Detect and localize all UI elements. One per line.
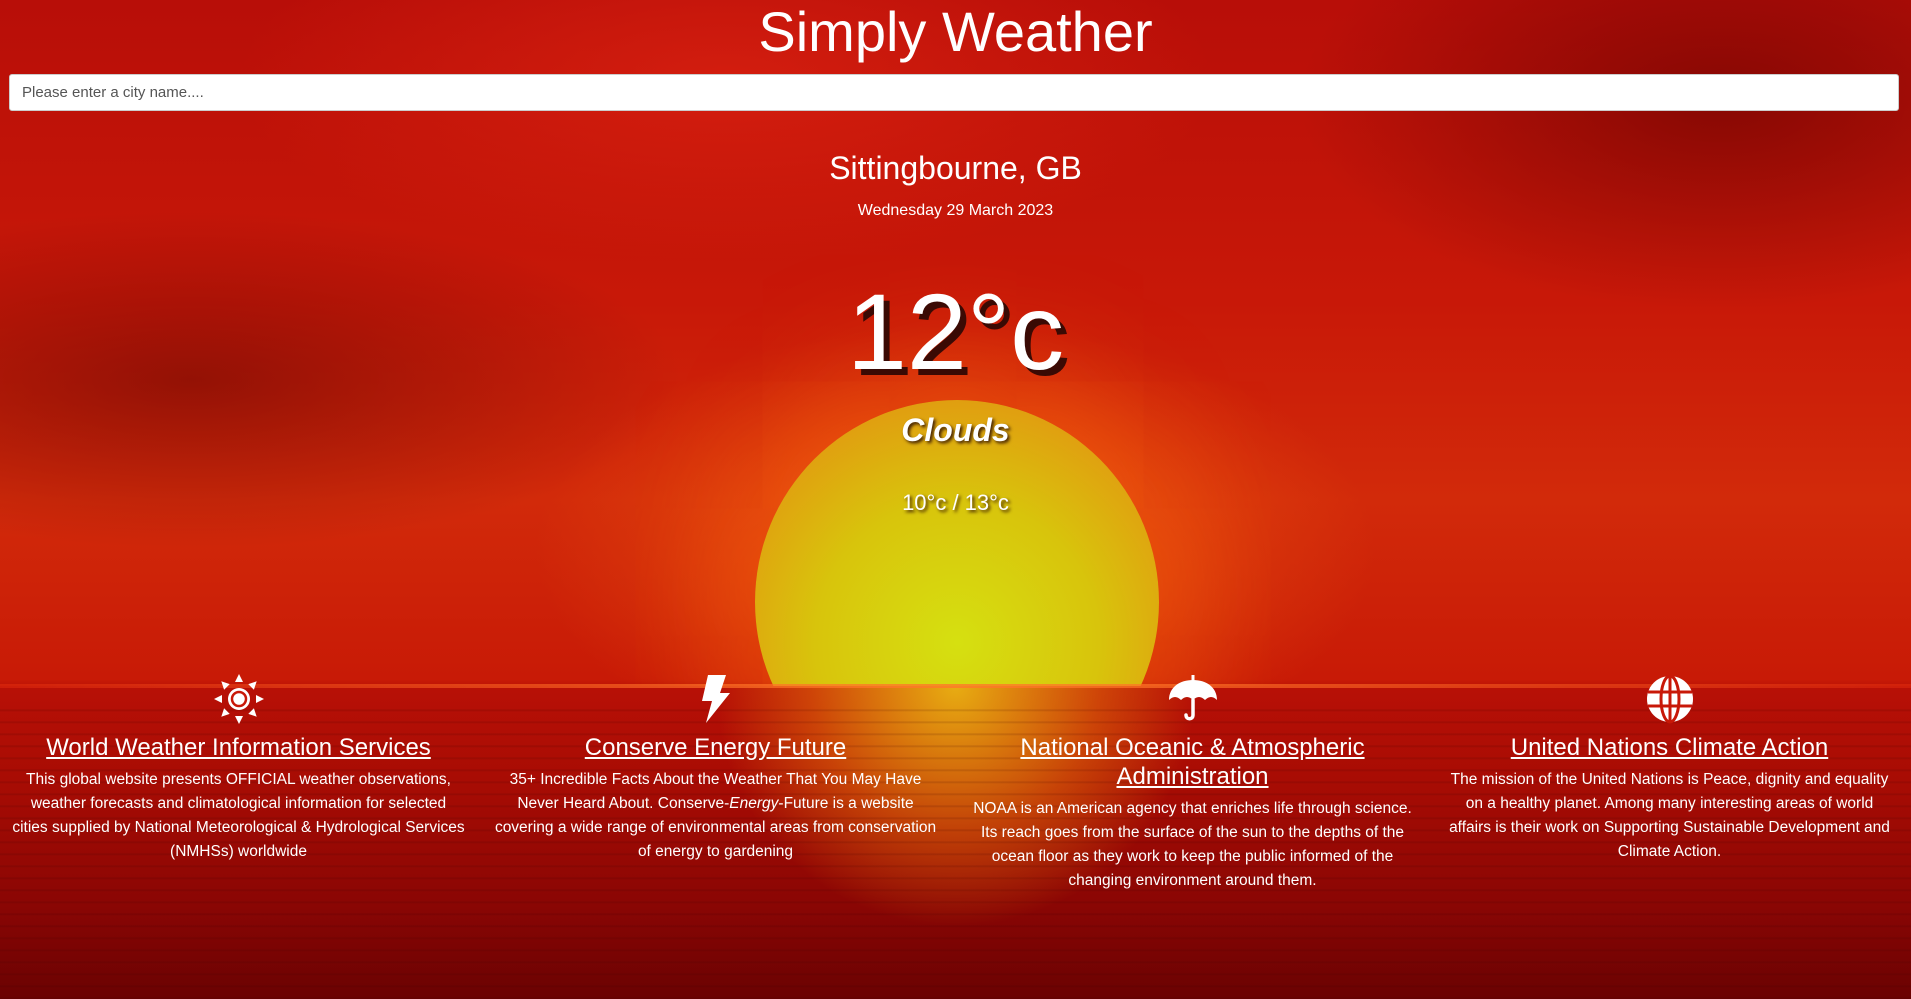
resource-description: The mission of the United Nations is Pea… bbox=[1449, 771, 1890, 860]
resource-card-conserve-energy: Conserve Energy Future 35+ Incredible Fa… bbox=[477, 673, 954, 893]
current-temperature: 12°c bbox=[846, 271, 1065, 392]
bolt-icon bbox=[701, 675, 730, 723]
resource-card-wwis: World Weather Information Services This … bbox=[0, 673, 477, 893]
resource-links: World Weather Information Services This … bbox=[0, 673, 1911, 893]
city-search-input[interactable] bbox=[9, 74, 1899, 111]
temperature-range: 10°c / 13°c bbox=[902, 490, 1009, 515]
page-content: Simply Weather Sittingbourne, GB Wednesd… bbox=[0, 0, 1911, 999]
resource-link-conserve-energy[interactable]: Conserve Energy Future bbox=[489, 733, 942, 762]
location-name: Sittingbourne, GB bbox=[829, 150, 1082, 186]
sun-icon bbox=[213, 674, 264, 724]
weather-condition: Clouds bbox=[901, 412, 1010, 448]
resource-link-un-climate[interactable]: United Nations Climate Action bbox=[1443, 733, 1896, 762]
page-title: Simply Weather bbox=[758, 0, 1153, 63]
umbrella-icon bbox=[1168, 675, 1217, 721]
resource-card-un-climate: United Nations Climate Action The missio… bbox=[1431, 673, 1908, 893]
resource-description: NOAA is an American agency that enriches… bbox=[973, 800, 1412, 889]
resource-link-wwis[interactable]: World Weather Information Services bbox=[12, 733, 465, 762]
resource-link-noaa[interactable]: National Oceanic & Atmospheric Administr… bbox=[966, 733, 1419, 791]
resource-description: This global website presents OFFICIAL we… bbox=[12, 771, 465, 860]
current-date: Wednesday 29 March 2023 bbox=[857, 202, 1054, 219]
resource-description: 35+ Incredible Facts About the Weather T… bbox=[494, 771, 937, 860]
resource-card-noaa: National Oceanic & Atmospheric Administr… bbox=[954, 673, 1431, 893]
globe-icon bbox=[1646, 674, 1693, 724]
